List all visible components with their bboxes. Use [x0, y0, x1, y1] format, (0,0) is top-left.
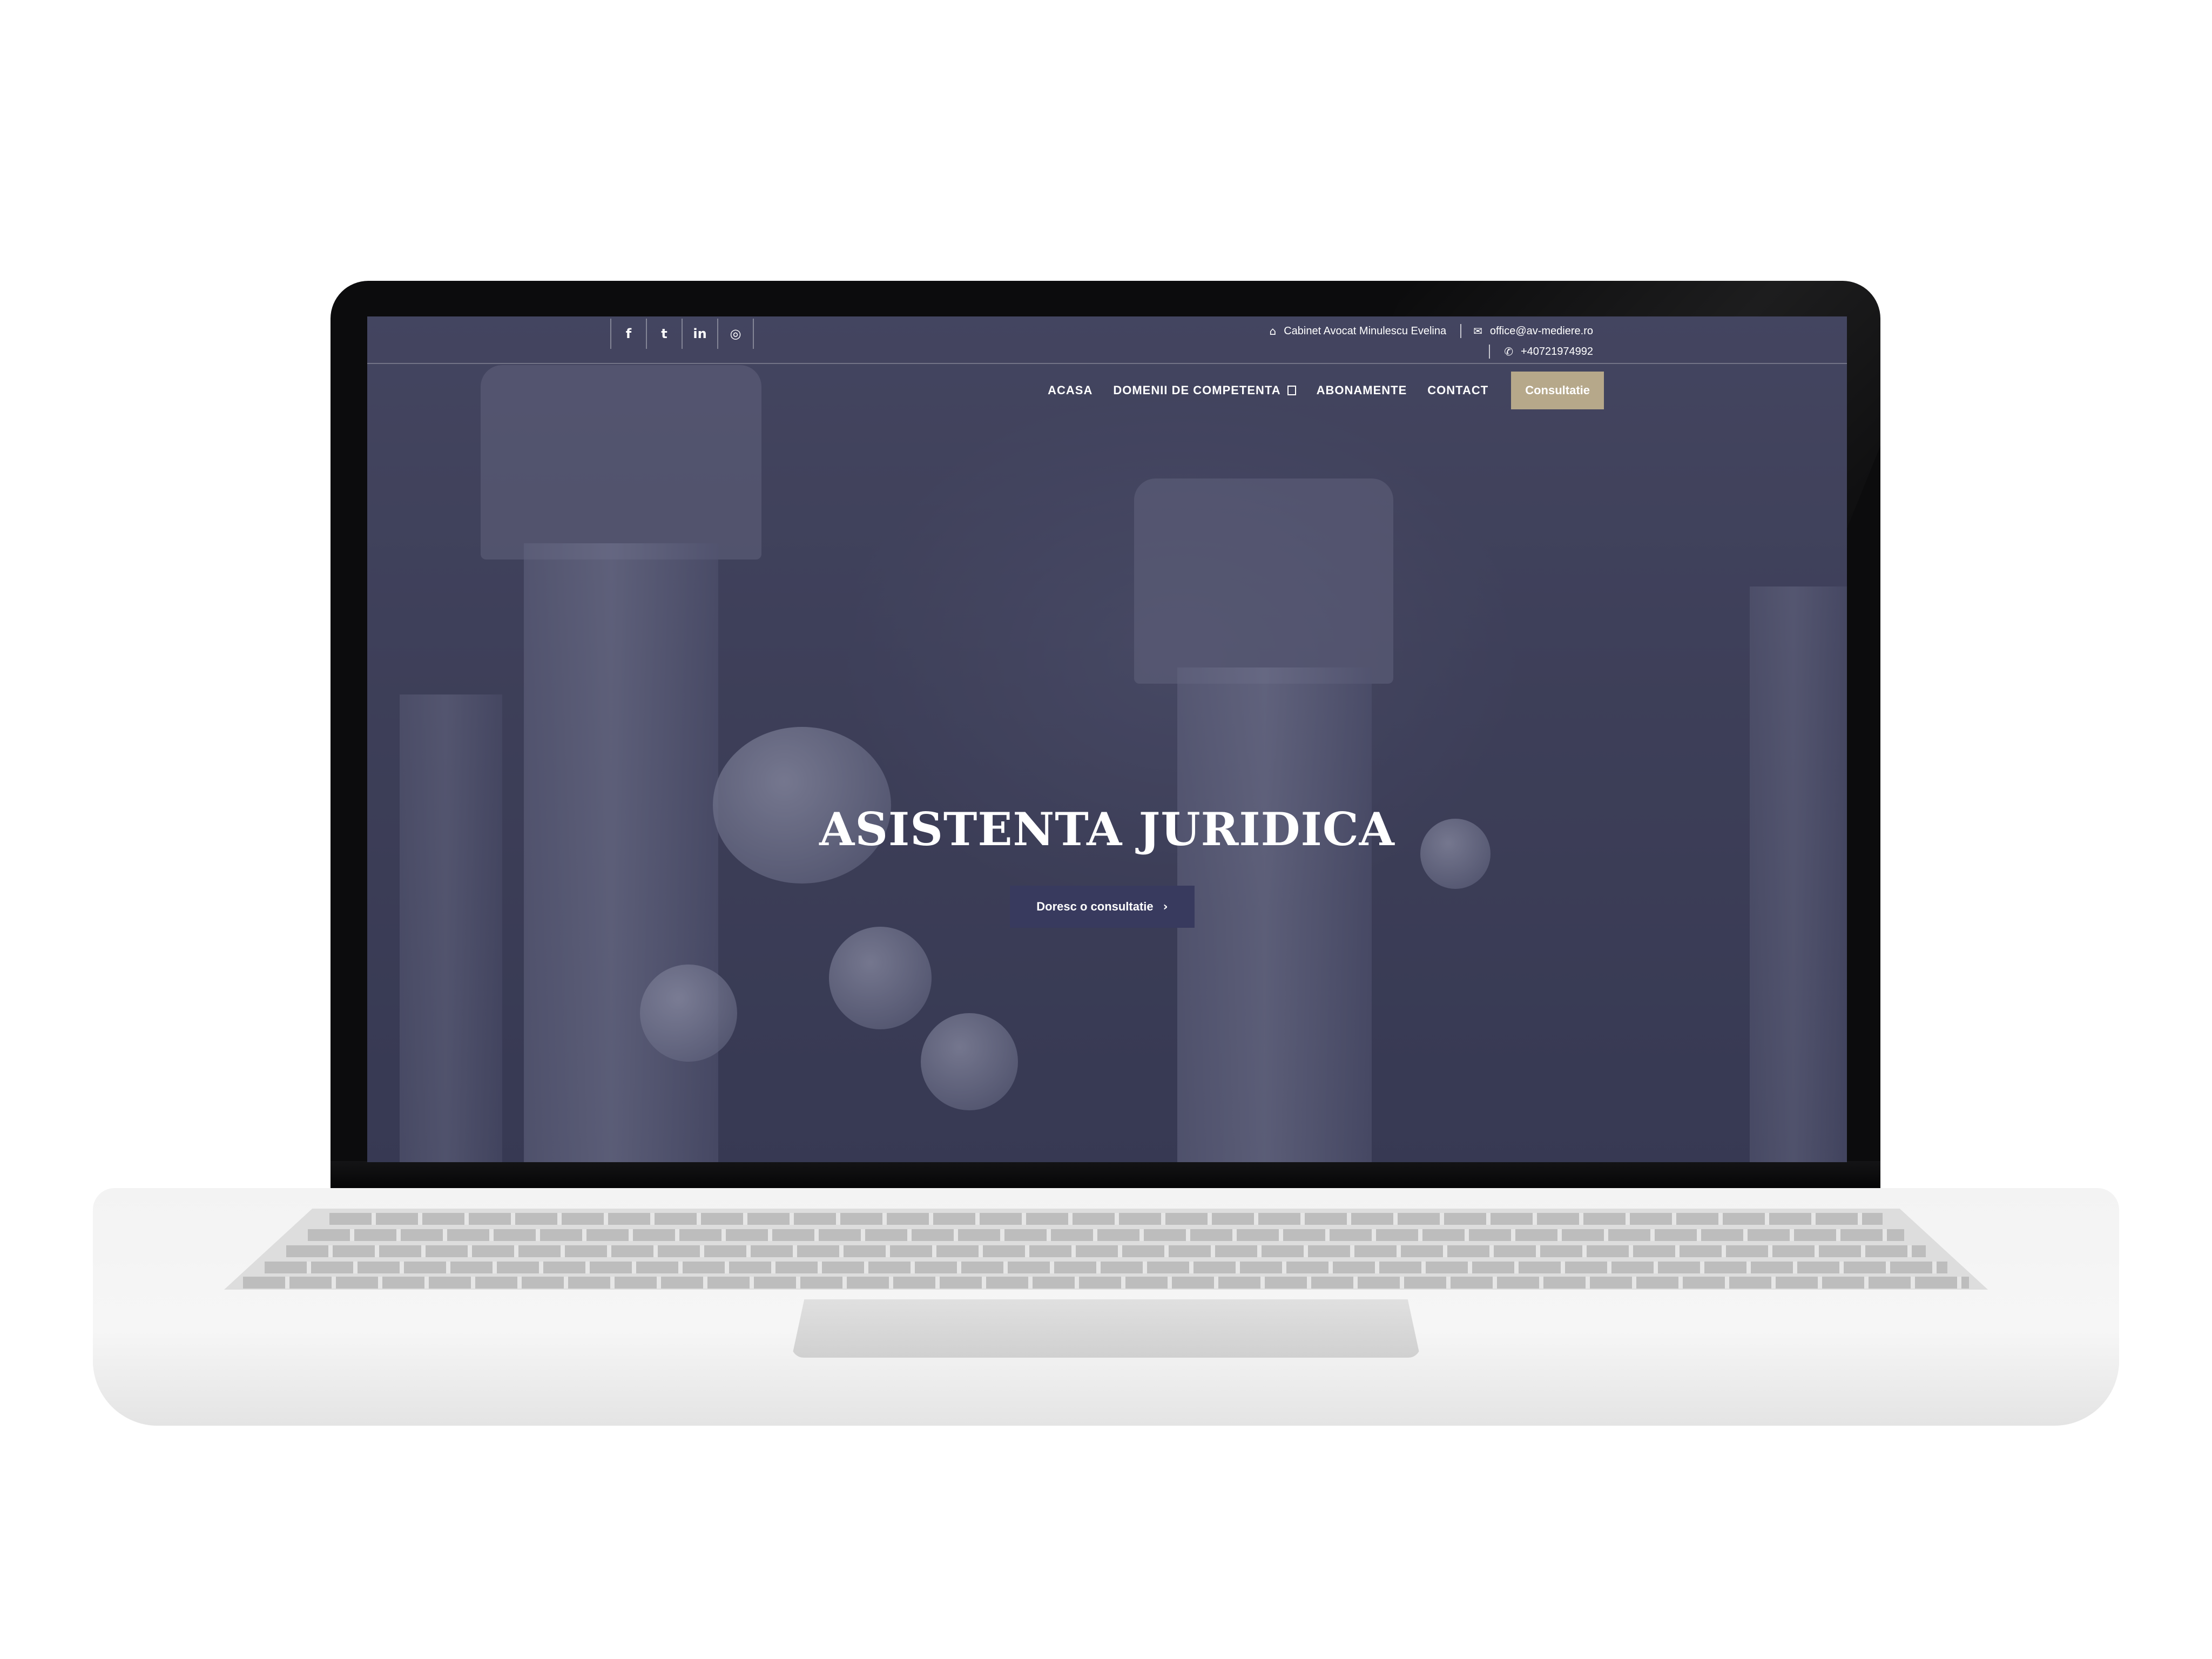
key-row	[308, 1229, 1904, 1241]
main-nav: ACASA DOMENII DE COMPETENTA ABONAMENTE C…	[1027, 372, 1604, 409]
twitter-icon[interactable]: t	[647, 319, 683, 349]
top-bar: f t in ◎ ⌂ Cabinet Avocat Minulescu Evel…	[367, 316, 1847, 364]
phone-number[interactable]: +40721974992	[1521, 346, 1593, 358]
linkedin-icon[interactable]: in	[683, 319, 718, 349]
email-info[interactable]: ✉ office@av-mediere.ro	[1461, 325, 1593, 338]
bank-icon: ⌂	[1269, 325, 1277, 338]
company-info: ⌂ Cabinet Avocat Minulescu Evelina	[1257, 325, 1446, 338]
nav-item-abonamente[interactable]: ABONAMENTE	[1317, 383, 1407, 397]
website-screen: f t in ◎ ⌂ Cabinet Avocat Minulescu Evel…	[367, 316, 1847, 1162]
social-links: f t in ◎	[610, 319, 754, 349]
key-row	[265, 1262, 1947, 1273]
nav-item-domenii[interactable]: DOMENII DE COMPETENTA	[1113, 383, 1296, 397]
email-address[interactable]: office@av-mediere.ro	[1490, 325, 1593, 338]
facebook-icon[interactable]: f	[611, 319, 647, 349]
nav-item-label: DOMENII DE COMPETENTA	[1113, 383, 1281, 397]
nav-item-acasa[interactable]: ACASA	[1048, 383, 1092, 397]
contact-info: ⌂ Cabinet Avocat Minulescu Evelina ✉ off…	[1215, 321, 1593, 362]
button-label: Doresc o consultatie	[1036, 900, 1154, 913]
divider	[1489, 345, 1491, 359]
key-row	[243, 1277, 1969, 1289]
key-row	[329, 1213, 1883, 1225]
consultation-request-button[interactable]: Doresc o consultatie ›	[1010, 886, 1195, 928]
consultatie-button[interactable]: Consultatie	[1511, 372, 1604, 409]
envelope-icon: ✉	[1473, 325, 1482, 338]
dropdown-icon	[1287, 386, 1296, 395]
nav-item-contact[interactable]: CONTACT	[1427, 383, 1488, 397]
laptop-mockup: f t in ◎ ⌂ Cabinet Avocat Minulescu Evel…	[0, 0, 2212, 1659]
chevron-right-icon: ›	[1163, 900, 1168, 914]
trackpad	[792, 1299, 1420, 1358]
instagram-icon[interactable]: ◎	[718, 319, 754, 349]
hero-title: ASISTENTA JURIDICA	[819, 802, 1395, 856]
company-name: Cabinet Avocat Minulescu Evelina	[1284, 325, 1447, 337]
phone-info[interactable]: ✆ +40721974992	[1492, 345, 1593, 358]
phone-icon: ✆	[1504, 345, 1513, 358]
key-row	[286, 1245, 1926, 1257]
hero-overlay	[367, 316, 1847, 1162]
